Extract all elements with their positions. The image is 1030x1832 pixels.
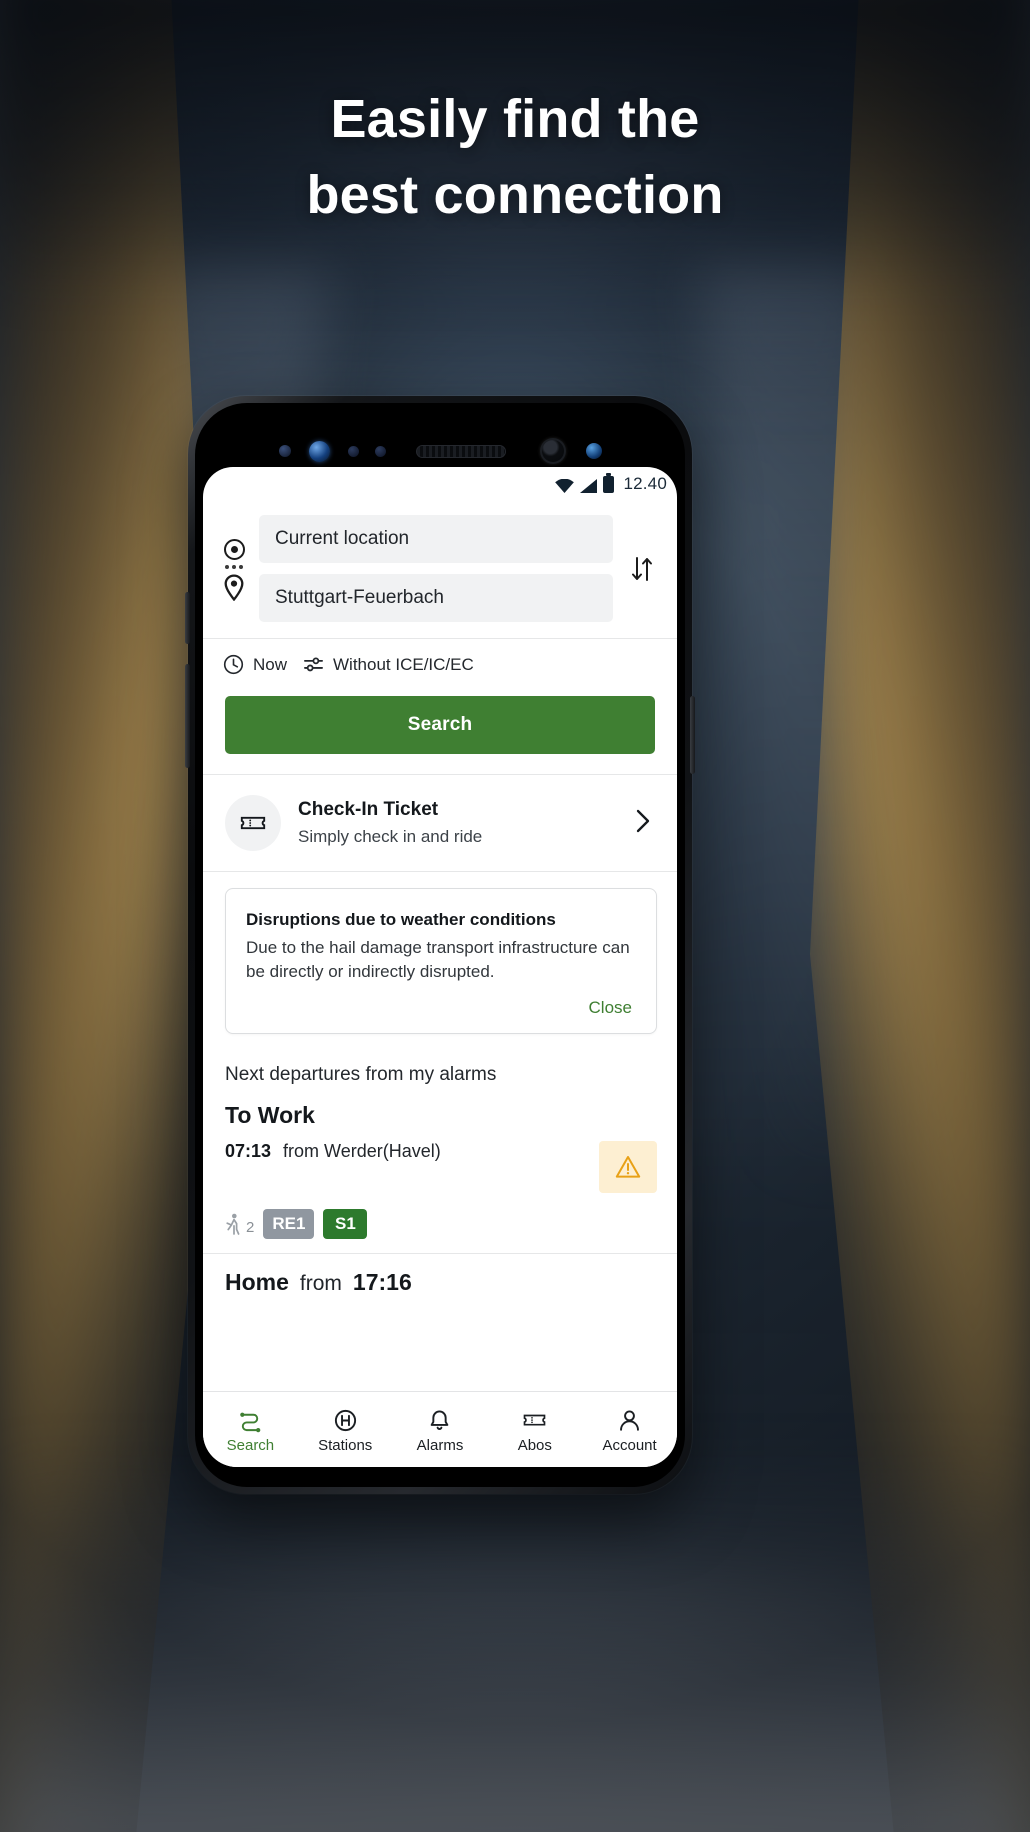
departure-time-home: 17:16 xyxy=(352,1269,412,1296)
phone-volume-button[interactable] xyxy=(185,664,190,768)
headline-line-2: best connection xyxy=(306,164,724,225)
nav-item-stations[interactable]: Stations xyxy=(298,1402,393,1453)
ir-sensor-icon xyxy=(374,445,386,457)
status-bar: 12.40 xyxy=(203,467,677,501)
light-sensor-icon xyxy=(347,445,359,457)
departure-warning-badge[interactable] xyxy=(599,1141,657,1194)
phone-power-button[interactable] xyxy=(690,696,695,774)
search-button-wrap: Search xyxy=(203,688,677,774)
departure-group-to-work: To Work 07:13 from Werder(Havel) 2 RE1 S… xyxy=(203,1096,677,1253)
walk-indicator: 2 xyxy=(225,1213,254,1236)
nav-item-alarms[interactable]: Alarms xyxy=(393,1402,488,1453)
phone-screen: 12.40 Current location Stuttgart-Feuerba… xyxy=(203,467,677,1467)
map-pin-icon xyxy=(224,573,244,601)
departure-origin: from Werder(Havel) xyxy=(283,1141,441,1162)
person-icon xyxy=(620,1410,640,1431)
departures-section-label: Next departures from my alarms xyxy=(225,1064,497,1086)
nav-item-abos[interactable]: Abos xyxy=(487,1402,582,1453)
destination-input[interactable]: Stuttgart-Feuerbach xyxy=(259,574,613,622)
departure-group-title: To Work xyxy=(225,1102,315,1129)
status-bar-icons xyxy=(555,472,615,493)
bell-icon xyxy=(431,1410,449,1430)
time-option-label: Now xyxy=(253,654,288,674)
ticket-icon xyxy=(240,816,266,830)
headline-line-1: Easily find the xyxy=(330,89,700,149)
search-button[interactable]: Search xyxy=(225,696,655,754)
disruption-actions: Close xyxy=(246,996,636,1020)
checkin-subtitle: Simply check in and ride xyxy=(298,826,483,846)
nav-item-account[interactable]: Account xyxy=(582,1402,677,1453)
search-options-row: Now Without ICE/IC/EC xyxy=(203,639,677,688)
nav-label-alarms: Alarms xyxy=(416,1437,464,1454)
station-h-icon xyxy=(334,1409,356,1432)
line-badge-s1[interactable]: S1 xyxy=(323,1209,368,1240)
checkin-title: Check-In Ticket xyxy=(298,799,439,821)
page-headline: Easily find the best connection xyxy=(0,82,1030,233)
filter-option[interactable]: Without ICE/IC/EC xyxy=(303,654,474,675)
sliders-icon xyxy=(304,657,324,672)
origin-input[interactable]: Current location xyxy=(259,515,613,563)
battery-icon xyxy=(603,472,615,493)
nav-label-search: Search xyxy=(226,1437,275,1454)
route-icon xyxy=(240,1412,261,1433)
checkin-text: Check-In Ticket Simply check in and ride xyxy=(298,797,616,848)
departure-from-word: from xyxy=(299,1272,342,1296)
swap-stations-button[interactable] xyxy=(625,554,659,584)
search-form-icons xyxy=(221,537,247,601)
ticket-icon xyxy=(523,1414,546,1426)
chevron-right-icon xyxy=(636,809,650,832)
nav-label-stations: Stations xyxy=(318,1437,373,1454)
bottom-navigation: Search Stations Alarms Abos Account xyxy=(203,1391,677,1467)
checkin-icon-circle xyxy=(225,795,281,851)
phone-mockup: 12.40 Current location Stuttgart-Feuerba… xyxy=(185,396,695,1494)
departure-group-home[interactable]: Home from 17:16 xyxy=(203,1254,677,1296)
signal-icon xyxy=(580,478,598,493)
app-content: Current location Stuttgart-Feuerbach Now… xyxy=(203,501,677,1391)
departure-group-title-home: Home xyxy=(225,1269,289,1296)
disruption-card: Disruptions due to weather conditions Du… xyxy=(225,888,657,1035)
earpiece-speaker-icon xyxy=(415,444,506,458)
departure-row[interactable]: 07:13 from Werder(Havel) xyxy=(203,1129,677,1194)
nav-label-account: Account xyxy=(602,1437,657,1454)
search-form: Current location Stuttgart-Feuerbach xyxy=(203,501,677,638)
route-dots-icon xyxy=(225,564,243,569)
current-location-icon xyxy=(223,538,245,560)
nav-item-search[interactable]: Search xyxy=(203,1402,298,1453)
swap-vertical-icon xyxy=(632,556,652,581)
phone-bezel: 12.40 Current location Stuttgart-Feuerba… xyxy=(195,403,685,1487)
warning-triangle-icon xyxy=(615,1156,641,1178)
checkin-chevron-button[interactable] xyxy=(633,808,657,839)
departure-lines: 2 RE1 S1 xyxy=(203,1193,677,1253)
proximity-sensor-icon xyxy=(278,445,291,457)
disruption-body: Due to the hail damage transport infrast… xyxy=(246,937,630,981)
phone-bixby-button[interactable] xyxy=(185,592,190,644)
led-indicator-icon xyxy=(585,443,602,459)
search-fields: Current location Stuttgart-Feuerbach xyxy=(259,515,613,622)
checkin-ticket-row[interactable]: Check-In Ticket Simply check in and ride xyxy=(203,775,677,871)
disruption-title: Disruptions due to weather conditions xyxy=(246,910,556,929)
clock-icon xyxy=(223,654,244,675)
disruption-close-button[interactable]: Close xyxy=(585,996,636,1020)
time-option[interactable]: Now xyxy=(223,654,287,675)
nav-label-abos: Abos xyxy=(517,1437,552,1454)
wifi-icon xyxy=(555,478,575,493)
front-camera-icon xyxy=(539,438,566,464)
walking-person-icon xyxy=(226,1213,240,1235)
filter-option-label: Without ICE/IC/EC xyxy=(333,654,474,674)
iris-scanner-icon xyxy=(308,440,330,462)
status-bar-time: 12.40 xyxy=(623,474,667,493)
departure-time: 07:13 xyxy=(225,1141,272,1162)
walk-minutes: 2 xyxy=(246,1218,255,1236)
line-badge-re1[interactable]: RE1 xyxy=(263,1209,315,1240)
disruption-card-wrap: Disruptions due to weather conditions Du… xyxy=(203,872,677,1048)
